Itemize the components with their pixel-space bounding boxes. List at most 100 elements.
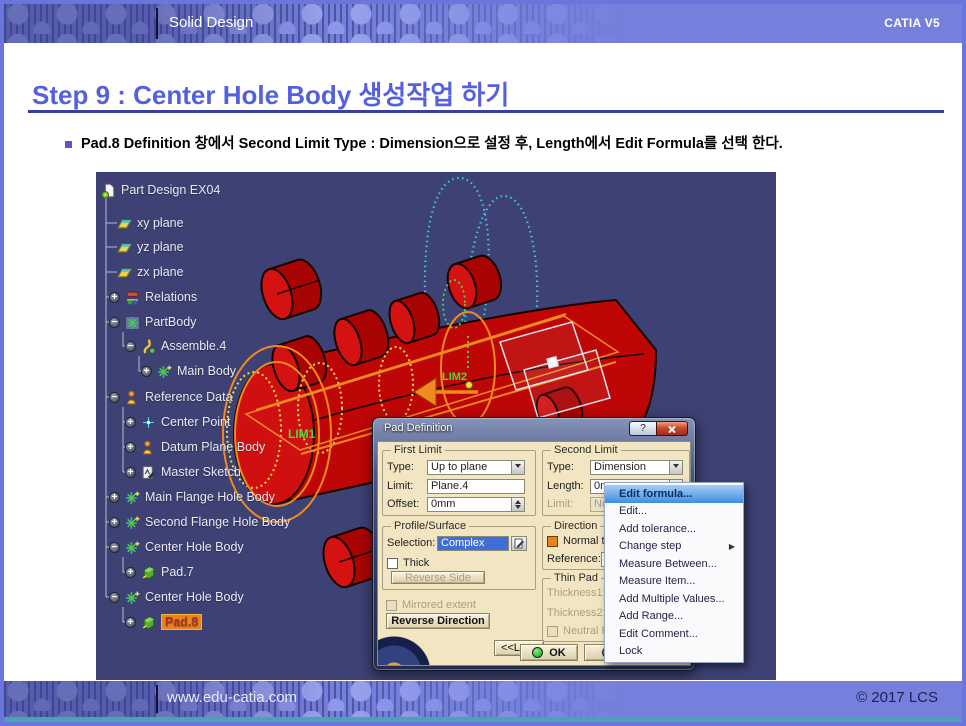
menu-item-measure-item[interactable]: Measure Item...: [605, 573, 743, 591]
normal-to-profile-checkbox[interactable]: [547, 536, 558, 547]
tree-item-label: Master Sketch: [161, 465, 241, 479]
plane-icon: [117, 216, 132, 231]
close-button[interactable]: [656, 421, 688, 436]
expand-handle-icon[interactable]: −: [109, 317, 120, 328]
tree-item-label: Center Hole Body: [145, 590, 244, 604]
expand-handle-icon[interactable]: −: [109, 592, 120, 603]
tree-item-label: Relations: [145, 290, 197, 304]
selection-input[interactable]: Complex: [437, 536, 509, 551]
length-context-menu: Edit formula... Edit... Add tolerance...…: [604, 482, 744, 663]
thick-checkbox-row[interactable]: Thick: [387, 555, 429, 571]
tree-item-reference-data[interactable]: − Reference Data: [109, 387, 233, 407]
menu-item-add-range[interactable]: Add Range...: [605, 608, 743, 626]
tree-item-datum-plane-body[interactable]: + Datum Plane Body: [125, 437, 265, 457]
profile-surface-group: Profile/Surface Selection: Complex Thick…: [382, 526, 536, 590]
expand-handle-icon[interactable]: −: [109, 392, 120, 403]
tree-item-zx-plane[interactable]: zx plane: [117, 262, 184, 282]
tree-item-pad7[interactable]: + Pad.7: [125, 562, 194, 582]
expand-handle-icon[interactable]: +: [125, 467, 136, 478]
relations-icon: [125, 290, 140, 305]
expand-handle-icon[interactable]: +: [125, 567, 136, 578]
expand-handle-icon[interactable]: +: [125, 617, 136, 628]
tree-item-master-sketch[interactable]: + Master Sketch: [125, 462, 241, 482]
second-limit-type-dropdown[interactable]: Dimension: [590, 460, 683, 475]
pad-icon: [141, 565, 156, 580]
footer-bar: www.edu-catia.com © 2017 LCS: [4, 681, 962, 717]
expand-handle-icon[interactable]: −: [125, 341, 136, 352]
menu-item-add-tolerance[interactable]: Add tolerance...: [605, 520, 743, 538]
ok-button[interactable]: OK: [520, 644, 578, 661]
tree-item-center-hole-body-1[interactable]: − Center Hole Body: [109, 537, 244, 557]
menu-item-lock[interactable]: Lock: [605, 643, 743, 661]
body-icon: [125, 515, 140, 530]
menu-item-add-multiple-values[interactable]: Add Multiple Values...: [605, 590, 743, 608]
website-link[interactable]: www.edu-catia.com: [167, 689, 297, 706]
expand-handle-icon[interactable]: +: [125, 442, 136, 453]
body-icon: [157, 364, 172, 379]
expand-handle-icon[interactable]: +: [109, 492, 120, 503]
plane-icon: [117, 265, 132, 280]
assemble-icon: [141, 339, 156, 354]
datum-plane-icon: [141, 440, 156, 455]
tree-item-label: xy plane: [137, 216, 184, 230]
offset-input[interactable]: 0mm: [427, 497, 512, 512]
thick-checkbox[interactable]: [387, 558, 398, 569]
tree-item-main-flange-hole-body[interactable]: + Main Flange Hole Body: [109, 487, 275, 507]
chevron-down-icon[interactable]: [670, 460, 683, 475]
sketch-icon: [141, 465, 156, 480]
body-icon: [125, 590, 140, 605]
tree-item-label: yz plane: [137, 240, 184, 254]
tree-item-xy-plane[interactable]: xy plane: [117, 213, 184, 233]
first-limit-limit-input[interactable]: Plane.4: [427, 479, 525, 494]
tree-item-label: Datum Plane Body: [161, 440, 265, 454]
tree-item-center-point[interactable]: + Center Point: [125, 412, 230, 432]
help-button[interactable]: ?: [629, 421, 656, 436]
header-pattern: [4, 4, 624, 43]
spinner-icon[interactable]: [512, 497, 525, 512]
reverse-direction-button[interactable]: Reverse Direction: [386, 613, 490, 629]
reference-label: Reference:: [547, 553, 601, 565]
tree-item-label-selected: Pad.8: [161, 614, 202, 630]
menu-item-measure-between[interactable]: Measure Between...: [605, 555, 743, 573]
first-limit-type-dropdown[interactable]: Up to plane: [427, 460, 525, 475]
chevron-down-icon[interactable]: [512, 460, 525, 475]
expand-handle-icon[interactable]: +: [141, 366, 152, 377]
group-legend: Thin Pad: [551, 572, 601, 584]
expand-handle-icon[interactable]: −: [109, 542, 120, 553]
lim1-label: LIM1: [288, 427, 316, 441]
expand-handle-icon[interactable]: +: [109, 292, 120, 303]
footer-pattern: [4, 681, 624, 717]
sketch-edit-icon[interactable]: [511, 536, 527, 551]
neutral-fiber-checkbox[interactable]: [547, 626, 558, 637]
bottom-edge: [4, 717, 962, 722]
menu-item-edit-formula[interactable]: Edit formula...: [605, 485, 743, 503]
expand-handle-icon[interactable]: +: [125, 417, 136, 428]
limit-label: Limit:: [547, 498, 590, 510]
tree-item-second-flange-hole-body[interactable]: + Second Flange Hole Body: [109, 512, 290, 532]
mirrored-extent-row[interactable]: Mirrored extent: [386, 597, 476, 613]
limit-anchor-dot: [466, 382, 473, 389]
length-label: Length:: [547, 480, 590, 492]
thickness2-label: Thickness2:: [547, 607, 605, 619]
expand-handle-icon[interactable]: +: [109, 517, 120, 528]
group-legend: Second Limit: [551, 444, 621, 456]
menu-item-edit[interactable]: Edit...: [605, 503, 743, 521]
point-icon: [141, 415, 156, 430]
tree-item-yz-plane[interactable]: yz plane: [117, 237, 184, 257]
mirrored-extent-checkbox[interactable]: [386, 600, 397, 611]
tree-item-center-hole-body-2[interactable]: − Center Hole Body: [109, 587, 244, 607]
selection-label: Selection:: [387, 537, 437, 549]
type-label: Type:: [387, 461, 427, 473]
thick-label: Thick: [403, 557, 429, 569]
tree-item-root[interactable]: Part Design EX04: [101, 180, 220, 200]
group-legend: Profile/Surface: [391, 520, 469, 532]
tree-item-main-body[interactable]: + Main Body: [141, 361, 236, 381]
tree-item-pad8[interactable]: + Pad.8: [125, 612, 202, 632]
tree-item-partbody[interactable]: − PartBody: [109, 312, 196, 332]
menu-item-change-step[interactable]: Change step▶: [605, 538, 743, 556]
header-divider: [156, 8, 158, 39]
reverse-side-button[interactable]: Reverse Side: [391, 571, 485, 584]
tree-item-assemble4[interactable]: − Assemble.4: [125, 336, 226, 356]
menu-item-edit-comment[interactable]: Edit Comment...: [605, 625, 743, 643]
tree-item-relations[interactable]: + Relations: [109, 287, 197, 307]
